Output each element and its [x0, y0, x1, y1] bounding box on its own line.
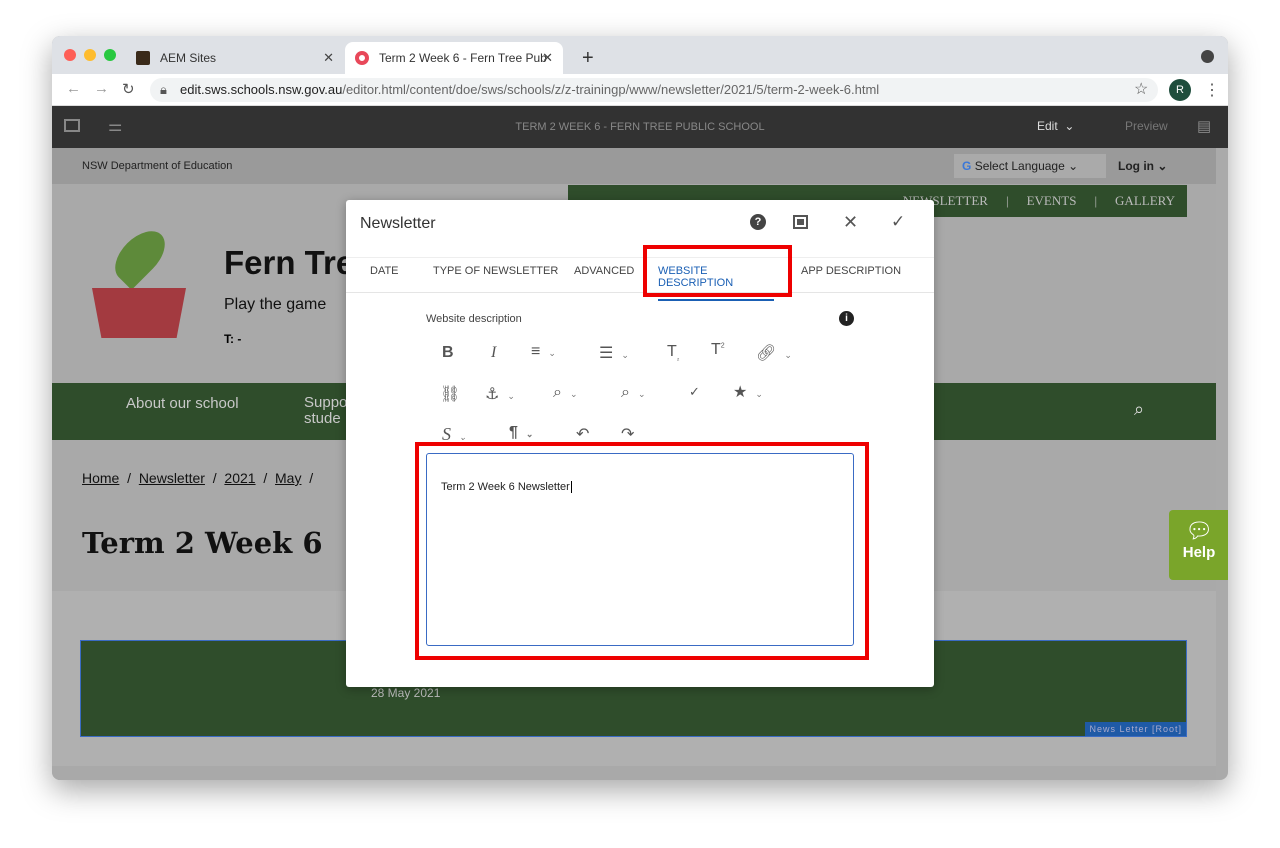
highlight-editor-box	[415, 442, 869, 660]
highlight-tab-box	[643, 245, 792, 297]
breadcrumb-home[interactable]: Home	[82, 470, 119, 486]
help-button[interactable]: 💬︎ Help	[1169, 510, 1228, 580]
nav-about-our-school[interactable]: About our school	[126, 395, 239, 412]
anchor-icon[interactable]: ⚓︎ ⌄	[485, 384, 515, 404]
school-name: Fern Tre	[224, 244, 355, 281]
language-label: Select Language	[974, 159, 1065, 173]
spellcheck-icon[interactable]: ✓	[689, 384, 700, 400]
profile-avatar[interactable]: R	[1169, 79, 1191, 101]
redo-icon[interactable]: ↷	[621, 424, 634, 444]
tab-newsletter[interactable]: Term 2 Week 6 - Fern Tree Pub ✕	[345, 42, 563, 74]
back-icon[interactable]: ←	[66, 80, 81, 97]
department-name: NSW Department of Education	[82, 160, 233, 172]
field-label: Website description	[426, 313, 522, 325]
align-icon[interactable]: ≡ ⌄	[531, 343, 556, 361]
special-chars-icon[interactable]: ★ ⌄	[733, 382, 763, 402]
superscript-icon[interactable]: T2	[711, 341, 725, 359]
top-strip: NSW Department of Education G Select Lan…	[52, 148, 1216, 184]
edit-mode-dropdown[interactable]: Edit ⌄	[1037, 119, 1074, 133]
dialog-tabs: DATE TYPE OF NEWSLETTER ADVANCED WEBSITE…	[346, 257, 934, 301]
unlink-icon[interactable]: ⛓︎	[440, 384, 460, 404]
bold-icon[interactable]: B	[442, 344, 454, 362]
breadcrumb: Home / Newsletter / 2021 / May /	[82, 470, 314, 486]
new-tab-button[interactable]: +	[572, 42, 604, 74]
chat-icon: 💬︎	[1185, 518, 1213, 543]
nav-support-students[interactable]: Suppo stude	[304, 395, 347, 427]
tab-advanced[interactable]: ADVANCED	[574, 265, 634, 277]
help-icon[interactable]: ?	[750, 214, 766, 230]
find-replace-icon[interactable]: ⌕ ⌄	[621, 384, 646, 402]
school-phone: T: -	[224, 332, 242, 346]
breadcrumb-newsletter[interactable]: Newsletter	[139, 470, 205, 486]
breadcrumb-may[interactable]: May	[275, 470, 301, 486]
tab-aem-sites[interactable]: AEM Sites ✕	[126, 42, 344, 74]
url-path: /editor.html/content/doe/sws/schools/z/z…	[342, 82, 880, 97]
menu-icon[interactable]: ⋮	[1204, 80, 1220, 100]
login-dropdown[interactable]: Log in ⌄	[1118, 159, 1167, 173]
italic-icon[interactable]: I	[491, 344, 496, 362]
maximize-button[interactable]	[104, 49, 116, 61]
fullscreen-icon[interactable]	[793, 215, 808, 229]
newsletter-date: 28 May 2021	[371, 686, 441, 700]
help-label: Help	[1182, 544, 1216, 561]
address-bar: ← → ↻ 🔒︎ edit.sws.schools.nsw.gov.au/edit…	[52, 74, 1228, 106]
edit-label: Edit	[1037, 119, 1058, 133]
undo-icon[interactable]: ↶	[576, 424, 589, 444]
aem-editor-bar: ⚌ TERM 2 WEEK 6 - FERN TREE PUBLIC SCHOO…	[52, 106, 1228, 148]
link-icon[interactable]: 🔗︎ ⌄	[756, 343, 792, 363]
login-label: Log in	[1118, 159, 1154, 173]
url-host: edit.sws.schools.nsw.gov.au	[180, 82, 343, 97]
google-icon: G	[962, 159, 972, 173]
search-icon[interactable]: ⌕	[1134, 399, 1144, 420]
paragraph-format-icon[interactable]: ¶ ⌄	[509, 424, 533, 442]
list-icon[interactable]: ☰ ⌄	[599, 343, 629, 363]
find-icon[interactable]: ⌕ ⌄	[553, 384, 578, 402]
annotations-icon[interactable]: ▤	[1197, 117, 1211, 135]
forward-icon[interactable]: →	[94, 80, 109, 97]
breadcrumb-2021[interactable]: 2021	[224, 470, 255, 486]
url-field[interactable]: 🔒︎ edit.sws.schools.nsw.gov.au/editor.htm…	[150, 78, 1158, 102]
tab-search-icon[interactable]	[1201, 50, 1214, 63]
preview-button[interactable]: Preview	[1125, 119, 1168, 133]
school-logo	[92, 222, 186, 342]
reload-icon[interactable]: ↻	[122, 80, 135, 98]
page-title: Term 2 Week 6	[82, 526, 323, 560]
select-language-dropdown[interactable]: G Select Language ⌄	[954, 154, 1106, 178]
bookmark-star-icon[interactable]: ☆	[1134, 79, 1148, 99]
lock-icon: 🔒︎	[160, 82, 167, 97]
tab-app-description[interactable]: APP DESCRIPTION	[801, 265, 901, 277]
component-label: News Letter [Root]	[1085, 722, 1186, 736]
info-icon[interactable]: i	[839, 311, 854, 326]
close-icon[interactable]: ✕	[843, 212, 858, 233]
nsw-favicon-icon	[355, 51, 369, 65]
done-check-icon[interactable]: ✓	[891, 212, 905, 232]
tab-date[interactable]: DATE	[370, 265, 399, 277]
aem-favicon-icon	[136, 51, 150, 65]
school-tagline: Play the game	[224, 296, 327, 313]
close-tab-icon[interactable]: ✕	[542, 50, 553, 66]
close-window-button[interactable]	[64, 49, 76, 61]
close-tab-icon[interactable]: ✕	[323, 50, 334, 66]
dialog-title: Newsletter	[360, 215, 436, 232]
tab-bar: AEM Sites ✕ Term 2 Week 6 - Fern Tree Pub…	[52, 36, 1228, 74]
nav-gallery[interactable]: GALLERY	[1115, 193, 1175, 209]
minimize-button[interactable]	[84, 49, 96, 61]
tab-label: AEM Sites	[160, 51, 217, 65]
nav-events[interactable]: EVENTS	[1027, 193, 1077, 209]
tab-type-of-newsletter[interactable]: TYPE OF NEWSLETTER	[433, 265, 558, 277]
subscript-icon[interactable]: T₂	[667, 343, 680, 362]
tab-label: Term 2 Week 6 - Fern Tree Pub	[379, 51, 547, 65]
